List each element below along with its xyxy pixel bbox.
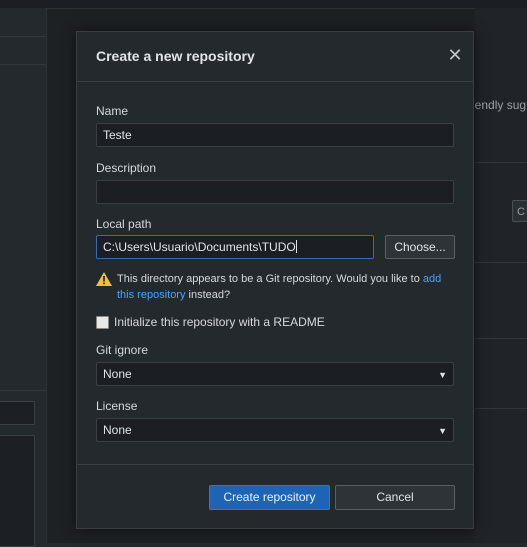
divider bbox=[475, 338, 527, 339]
description-field[interactable] bbox=[96, 180, 454, 204]
warning-icon bbox=[96, 272, 112, 286]
warning-text-before: This directory appears to be a Git repos… bbox=[117, 273, 423, 285]
divider bbox=[0, 36, 46, 37]
divider bbox=[0, 390, 46, 391]
warning-text-after: instead? bbox=[185, 289, 231, 301]
name-field[interactable]: Teste bbox=[96, 123, 454, 147]
name-label: Name bbox=[96, 104, 129, 118]
divider bbox=[475, 162, 527, 163]
divider bbox=[475, 262, 527, 263]
divider bbox=[475, 408, 527, 409]
git-ignore-select[interactable]: None ▼ bbox=[96, 362, 454, 386]
chevron-down-icon: ▼ bbox=[438, 426, 447, 436]
create-repository-dialog: Create a new repository ✕ Name Teste Des… bbox=[76, 31, 474, 529]
description-label: Description bbox=[96, 161, 157, 175]
close-icon[interactable]: ✕ bbox=[445, 45, 465, 65]
filter-input[interactable] bbox=[0, 401, 35, 425]
chevron-down-icon: ▼ bbox=[438, 370, 447, 380]
local-path-field[interactable]: C:\Users\Usuario\Documents\TUDO bbox=[96, 235, 374, 259]
cancel-button[interactable]: Cancel bbox=[335, 485, 455, 510]
git-ignore-label: Git ignore bbox=[96, 343, 149, 357]
background-button[interactable]: C bbox=[512, 200, 527, 222]
right-panel: iendly sug C bbox=[472, 8, 527, 543]
dialog-title: Create a new repository bbox=[96, 48, 255, 64]
background-hint-text: iendly sug bbox=[472, 98, 527, 112]
warning-text: This directory appears to be a Git repos… bbox=[117, 271, 452, 303]
git-ignore-value: None bbox=[103, 367, 132, 381]
local-path-value: C:\Users\Usuario\Documents\TUDO bbox=[103, 240, 296, 254]
left-panel bbox=[0, 8, 47, 547]
readme-checkbox[interactable] bbox=[96, 316, 109, 329]
readme-checkbox-label[interactable]: Initialize this repository with a README bbox=[114, 315, 325, 329]
text-caret bbox=[295, 240, 297, 253]
choose-button[interactable]: Choose... bbox=[385, 235, 455, 259]
app-top-bar bbox=[0, 0, 527, 9]
dialog-header: Create a new repository ✕ bbox=[77, 32, 473, 82]
local-path-label: Local path bbox=[96, 217, 152, 231]
license-value: None bbox=[103, 423, 132, 437]
license-label: License bbox=[96, 399, 138, 413]
dialog-footer-divider bbox=[77, 464, 473, 465]
create-repository-button[interactable]: Create repository bbox=[209, 485, 330, 510]
list-panel bbox=[0, 435, 35, 547]
divider bbox=[0, 64, 46, 65]
license-select[interactable]: None ▼ bbox=[96, 418, 454, 442]
